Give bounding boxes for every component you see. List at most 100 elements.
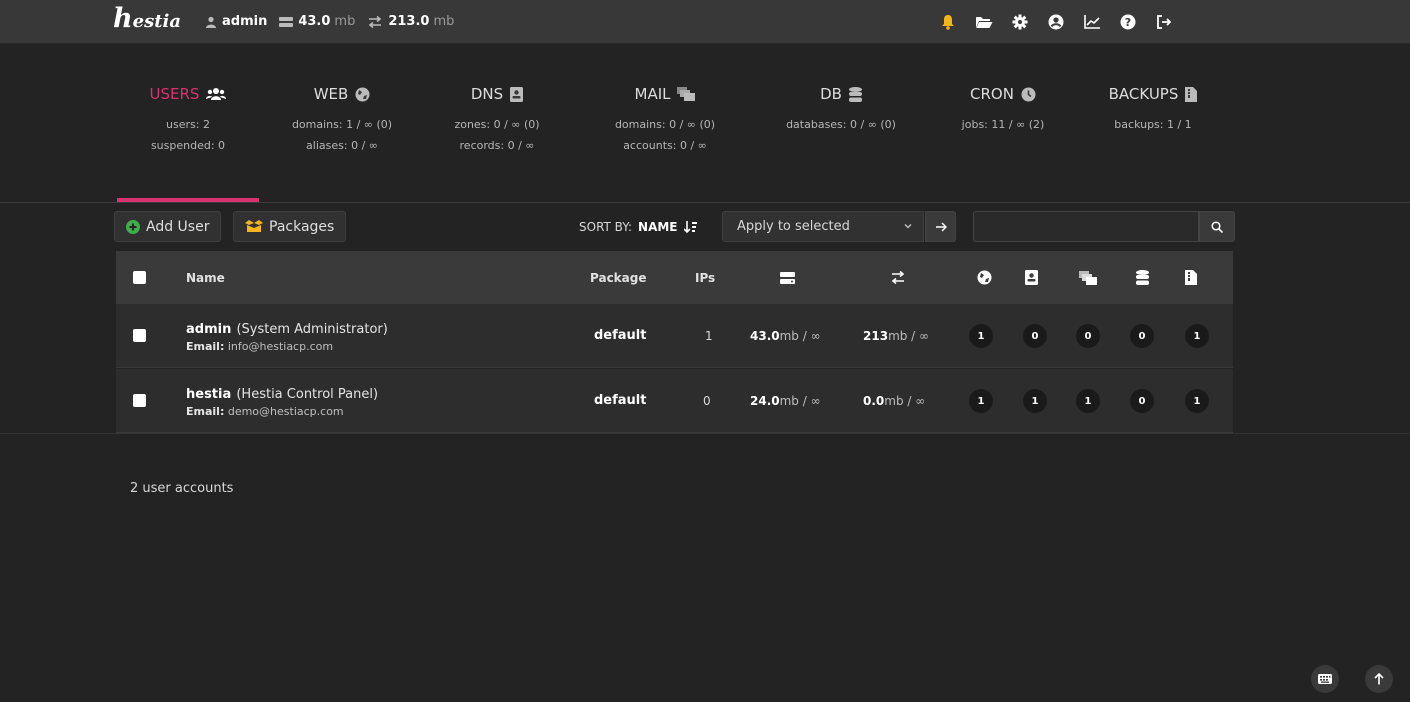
header-package[interactable]: Package bbox=[590, 251, 647, 304]
scroll-to-top-button[interactable] bbox=[1365, 665, 1393, 693]
select-all-checkbox[interactable] bbox=[133, 271, 146, 284]
folder-icon[interactable] bbox=[975, 13, 993, 31]
tab-web[interactable]: WEB domains: 1 / ∞ (0) aliases: 0 / ∞ bbox=[267, 84, 417, 156]
row-package[interactable]: default bbox=[594, 304, 646, 367]
bulk-action-value: Apply to selected bbox=[737, 219, 850, 234]
row-ips: 1 bbox=[705, 328, 713, 343]
tab-backups-title: BACKUPS bbox=[1108, 85, 1179, 103]
tab-mail-title: MAIL bbox=[634, 85, 671, 103]
top-username[interactable]: admin bbox=[222, 14, 267, 29]
row-bandwidth-suffix: mb / ∞ bbox=[888, 328, 930, 343]
header-ips[interactable]: IPs bbox=[695, 251, 715, 304]
help-icon[interactable]: ? bbox=[1119, 13, 1137, 31]
sort-by-value: NAME bbox=[638, 220, 678, 234]
tab-backups[interactable]: BACKUPS backups: 1 / 1 bbox=[1078, 84, 1228, 135]
tab-dns-line-2: records: 0 / ∞ bbox=[459, 139, 535, 152]
bandwidth-icon bbox=[890, 271, 906, 284]
tab-cron[interactable]: CRON jobs: 11 / ∞ (2) bbox=[928, 84, 1078, 135]
plus-circle-icon bbox=[126, 219, 140, 234]
row-email-label: Email: bbox=[186, 340, 225, 353]
header-disk bbox=[780, 251, 795, 304]
row-disk-value: 24.0 bbox=[750, 393, 780, 408]
chart-icon[interactable] bbox=[1083, 13, 1101, 31]
user-count-text: 2 user accounts bbox=[130, 481, 234, 496]
tab-dns-title: DNS bbox=[470, 85, 504, 103]
search-button[interactable] bbox=[1199, 211, 1235, 242]
tab-web-line-1: domains: 1 / ∞ (0) bbox=[291, 118, 393, 131]
mail-count-badge: 1 bbox=[1076, 389, 1100, 413]
dns-count-badge: 0 bbox=[1023, 324, 1047, 348]
tab-backups-line-1: backups: 1 / 1 bbox=[1114, 118, 1192, 131]
table-divider bbox=[0, 433, 1410, 434]
tab-cron-title: CRON bbox=[970, 85, 1014, 103]
add-user-button[interactable]: Add User bbox=[114, 211, 222, 242]
tab-dns[interactable]: DNS zones: 0 / ∞ (0) records: 0 / ∞ bbox=[422, 84, 572, 156]
mail-count-badge: 0 bbox=[1076, 324, 1100, 348]
tab-dns-line-1: zones: 0 / ∞ (0) bbox=[454, 118, 540, 131]
gear-icon[interactable] bbox=[1011, 13, 1029, 31]
row-bandwidth-value: 0.0 bbox=[863, 393, 885, 408]
top-bandwidth-value: 213.0 bbox=[388, 14, 430, 29]
tab-mail-line-2: accounts: 0 / ∞ bbox=[623, 139, 707, 152]
row-username[interactable]: hestia bbox=[186, 387, 231, 402]
row-checkbox[interactable] bbox=[133, 329, 146, 342]
tab-mail[interactable]: MAIL domains: 0 / ∞ (0) accounts: 0 / ∞ bbox=[590, 84, 740, 156]
top-stats: admin 43.0 mb 213.0 mb bbox=[205, 14, 466, 29]
header-db bbox=[1136, 251, 1149, 304]
table-header: Name Package IPs bbox=[116, 251, 1233, 304]
disk-icon bbox=[279, 16, 294, 27]
apply-bulk-button[interactable] bbox=[925, 211, 956, 242]
bandwidth-icon bbox=[367, 15, 383, 28]
row-bandwidth-usage: 0.0 mb / ∞ bbox=[863, 369, 925, 432]
tab-cron-line-1: jobs: 11 / ∞ (2) bbox=[961, 118, 1045, 131]
row-username[interactable]: admin bbox=[186, 322, 231, 337]
mail-bulk-icon bbox=[677, 87, 696, 101]
sort-by-label: SORT BY: bbox=[579, 220, 633, 234]
top-bandwidth-unit: mb bbox=[433, 14, 455, 29]
top-icons: ? bbox=[939, 13, 1191, 31]
keyboard-shortcuts-button[interactable] bbox=[1311, 665, 1339, 693]
tab-users[interactable]: USERS users: 2 suspended: 0 bbox=[113, 84, 263, 156]
tab-db-line-1: databases: 0 / ∞ (0) bbox=[786, 118, 896, 131]
header-web bbox=[977, 251, 992, 304]
header-backups bbox=[1185, 251, 1197, 304]
bulk-action-select[interactable]: Apply to selected bbox=[722, 211, 924, 242]
top-disk-unit: mb bbox=[334, 14, 356, 29]
row-disk-suffix: mb / ∞ bbox=[779, 393, 821, 408]
row-ips: 0 bbox=[703, 393, 711, 408]
top-bar: hestia admin 43.0 mb 213.0 mb ? bbox=[0, 0, 1410, 44]
globe-icon bbox=[355, 87, 370, 102]
header-name[interactable]: Name bbox=[186, 251, 225, 304]
header-mail bbox=[1079, 251, 1097, 304]
disk-icon bbox=[780, 271, 795, 284]
bell-icon[interactable] bbox=[939, 13, 957, 31]
db-count-badge: 0 bbox=[1130, 324, 1154, 348]
header-bandwidth bbox=[890, 251, 906, 304]
row-bandwidth-value: 213 bbox=[863, 328, 889, 343]
search-input[interactable] bbox=[973, 211, 1199, 242]
tab-users-line-2: suspended: 0 bbox=[150, 139, 226, 152]
table-row[interactable]: hestia (Hestia Control Panel) Email: dem… bbox=[116, 369, 1233, 433]
row-checkbox[interactable] bbox=[133, 394, 146, 407]
file-archive-icon bbox=[1185, 270, 1197, 285]
tab-db-title: DB bbox=[820, 85, 842, 103]
sort-by-control[interactable]: SORT BY: NAME bbox=[579, 220, 697, 234]
table-row[interactable]: admin (System Administrator) Email: info… bbox=[116, 304, 1233, 368]
arrow-right-icon bbox=[935, 221, 947, 232]
logout-icon[interactable] bbox=[1155, 13, 1173, 31]
packages-button[interactable]: Packages bbox=[233, 211, 347, 242]
tab-mail-line-1: domains: 0 / ∞ (0) bbox=[614, 118, 716, 131]
add-user-label: Add User bbox=[146, 218, 210, 235]
dns-count-badge: 1 bbox=[1023, 389, 1047, 413]
chevron-down-icon bbox=[903, 221, 913, 231]
user-circle-icon[interactable] bbox=[1047, 13, 1065, 31]
row-package[interactable]: default bbox=[594, 369, 646, 432]
search-icon bbox=[1211, 220, 1223, 233]
active-tab-indicator bbox=[117, 198, 259, 202]
hestia-logo[interactable]: hestia bbox=[113, 5, 181, 32]
row-disk-usage: 24.0 mb / ∞ bbox=[750, 369, 821, 432]
row-bandwidth-usage: 213 mb / ∞ bbox=[863, 304, 929, 367]
header-dns bbox=[1025, 251, 1038, 304]
row-email: info@hestiacp.com bbox=[227, 340, 334, 353]
tab-db[interactable]: DB databases: 0 / ∞ (0) bbox=[766, 84, 916, 135]
